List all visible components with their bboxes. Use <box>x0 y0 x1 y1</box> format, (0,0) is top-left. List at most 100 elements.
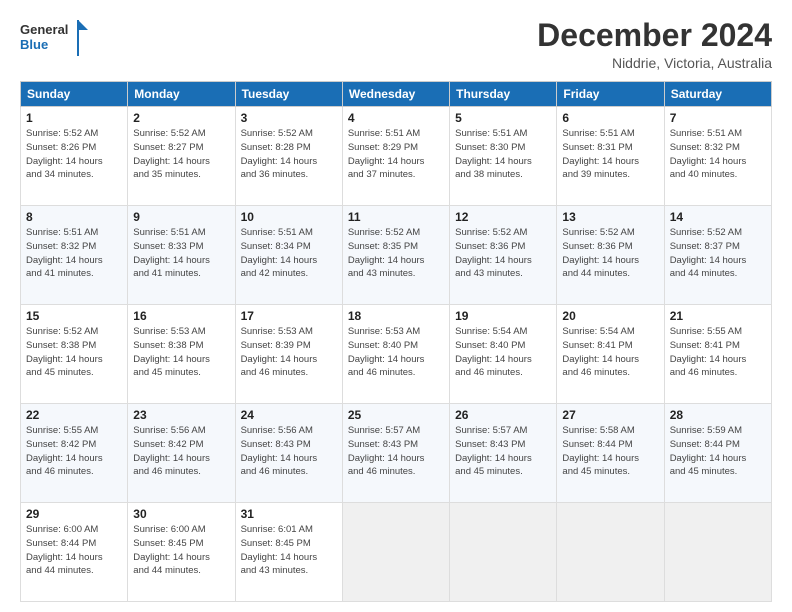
calendar-cell: 3 Sunrise: 5:52 AMSunset: 8:28 PMDaylight… <box>235 107 342 206</box>
calendar-cell: 31Sunrise: 6:01 AMSunset: 8:45 PMDayligh… <box>235 503 342 602</box>
day-info: Sunrise: 5:54 AMSunset: 8:41 PMDaylight:… <box>562 325 658 380</box>
calendar-cell <box>342 503 449 602</box>
header-monday: Monday <box>128 82 235 107</box>
day-number: 22 <box>26 408 122 422</box>
day-info: Sunrise: 5:52 AMSunset: 8:35 PMDaylight:… <box>348 226 444 281</box>
day-number: 16 <box>133 309 229 323</box>
day-info: Sunrise: 6:00 AMSunset: 8:44 PMDaylight:… <box>26 523 122 578</box>
day-info: Sunrise: 5:52 AMSunset: 8:27 PMDaylight:… <box>133 127 229 182</box>
day-number: 13 <box>562 210 658 224</box>
header-sunday: Sunday <box>21 82 128 107</box>
calendar-table: SundayMondayTuesdayWednesdayThursdayFrid… <box>20 81 772 602</box>
day-number: 17 <box>241 309 337 323</box>
calendar-cell: 30 Sunrise: 6:00 AMSunset: 8:45 PMDayligh… <box>128 503 235 602</box>
day-number: 12 <box>455 210 551 224</box>
day-number: 14 <box>670 210 766 224</box>
day-info: Sunrise: 5:52 AMSunset: 8:36 PMDaylight:… <box>562 226 658 281</box>
day-number: 1 <box>26 111 122 125</box>
day-number: 20 <box>562 309 658 323</box>
calendar-cell: 13 Sunrise: 5:52 AMSunset: 8:36 PMDayligh… <box>557 206 664 305</box>
day-info: Sunrise: 5:51 AMSunset: 8:33 PMDaylight:… <box>133 226 229 281</box>
day-number: 11 <box>348 210 444 224</box>
day-info: Sunrise: 6:00 AMSunset: 8:45 PMDaylight:… <box>133 523 229 578</box>
day-number: 10 <box>241 210 337 224</box>
header-thursday: Thursday <box>450 82 557 107</box>
day-info: Sunrise: 5:57 AMSunset: 8:43 PMDaylight:… <box>455 424 551 479</box>
day-number: 6 <box>562 111 658 125</box>
day-info: Sunrise: 5:51 AMSunset: 8:30 PMDaylight:… <box>455 127 551 182</box>
day-number: 3 <box>241 111 337 125</box>
calendar-cell: 21 Sunrise: 5:55 AMSunset: 8:41 PMDayligh… <box>664 305 771 404</box>
calendar-cell: 8 Sunrise: 5:51 AMSunset: 8:32 PMDaylight… <box>21 206 128 305</box>
day-info: Sunrise: 5:57 AMSunset: 8:43 PMDaylight:… <box>348 424 444 479</box>
header-tuesday: Tuesday <box>235 82 342 107</box>
title-block: December 2024 Niddrie, Victoria, Austral… <box>537 18 772 71</box>
calendar-cell <box>450 503 557 602</box>
day-info: Sunrise: 5:53 AMSunset: 8:38 PMDaylight:… <box>133 325 229 380</box>
calendar-cell: 19 Sunrise: 5:54 AMSunset: 8:40 PMDayligh… <box>450 305 557 404</box>
day-number: 19 <box>455 309 551 323</box>
calendar-cell: 15 Sunrise: 5:52 AMSunset: 8:38 PMDayligh… <box>21 305 128 404</box>
day-info: Sunrise: 5:53 AMSunset: 8:40 PMDaylight:… <box>348 325 444 380</box>
page-header: General Blue December 2024 Niddrie, Vict… <box>20 18 772 71</box>
day-number: 15 <box>26 309 122 323</box>
calendar-cell: 28 Sunrise: 5:59 AMSunset: 8:44 PMDayligh… <box>664 404 771 503</box>
calendar-cell: 2 Sunrise: 5:52 AMSunset: 8:27 PMDaylight… <box>128 107 235 206</box>
calendar-cell: 17 Sunrise: 5:53 AMSunset: 8:39 PMDayligh… <box>235 305 342 404</box>
calendar-cell: 7 Sunrise: 5:51 AMSunset: 8:32 PMDaylight… <box>664 107 771 206</box>
day-number: 24 <box>241 408 337 422</box>
calendar-cell: 11 Sunrise: 5:52 AMSunset: 8:35 PMDayligh… <box>342 206 449 305</box>
day-number: 29 <box>26 507 122 521</box>
day-number: 30 <box>133 507 229 521</box>
day-number: 8 <box>26 210 122 224</box>
calendar-cell: 20 Sunrise: 5:54 AMSunset: 8:41 PMDayligh… <box>557 305 664 404</box>
calendar-cell <box>664 503 771 602</box>
day-info: Sunrise: 5:51 AMSunset: 8:34 PMDaylight:… <box>241 226 337 281</box>
location: Niddrie, Victoria, Australia <box>537 55 772 71</box>
day-info: Sunrise: 5:55 AMSunset: 8:41 PMDaylight:… <box>670 325 766 380</box>
day-info: Sunrise: 5:54 AMSunset: 8:40 PMDaylight:… <box>455 325 551 380</box>
calendar-cell: 29 Sunrise: 6:00 AMSunset: 8:44 PMDayligh… <box>21 503 128 602</box>
day-number: 9 <box>133 210 229 224</box>
day-info: Sunrise: 5:51 AMSunset: 8:31 PMDaylight:… <box>562 127 658 182</box>
calendar-cell: 4Sunrise: 5:51 AMSunset: 8:29 PMDaylight… <box>342 107 449 206</box>
day-info: Sunrise: 5:51 AMSunset: 8:29 PMDaylight:… <box>348 127 444 182</box>
day-info: Sunrise: 5:52 AMSunset: 8:28 PMDaylight:… <box>241 127 337 182</box>
day-info: Sunrise: 5:52 AMSunset: 8:38 PMDaylight:… <box>26 325 122 380</box>
calendar-cell <box>557 503 664 602</box>
day-info: Sunrise: 5:52 AMSunset: 8:36 PMDaylight:… <box>455 226 551 281</box>
calendar-cell: 1 Sunrise: 5:52 AMSunset: 8:26 PMDaylight… <box>21 107 128 206</box>
day-info: Sunrise: 5:51 AMSunset: 8:32 PMDaylight:… <box>670 127 766 182</box>
day-number: 2 <box>133 111 229 125</box>
header-wednesday: Wednesday <box>342 82 449 107</box>
month-title: December 2024 <box>537 18 772 53</box>
day-number: 28 <box>670 408 766 422</box>
day-number: 7 <box>670 111 766 125</box>
header-friday: Friday <box>557 82 664 107</box>
day-info: Sunrise: 5:51 AMSunset: 8:32 PMDaylight:… <box>26 226 122 281</box>
day-info: Sunrise: 5:52 AMSunset: 8:26 PMDaylight:… <box>26 127 122 182</box>
day-info: Sunrise: 5:53 AMSunset: 8:39 PMDaylight:… <box>241 325 337 380</box>
day-number: 25 <box>348 408 444 422</box>
header-saturday: Saturday <box>664 82 771 107</box>
calendar-cell: 24 Sunrise: 5:56 AMSunset: 8:43 PMDayligh… <box>235 404 342 503</box>
logo: General Blue <box>20 18 90 58</box>
day-number: 23 <box>133 408 229 422</box>
day-info: Sunrise: 5:56 AMSunset: 8:43 PMDaylight:… <box>241 424 337 479</box>
day-number: 21 <box>670 309 766 323</box>
calendar-cell: 16 Sunrise: 5:53 AMSunset: 8:38 PMDayligh… <box>128 305 235 404</box>
day-info: Sunrise: 5:52 AMSunset: 8:37 PMDaylight:… <box>670 226 766 281</box>
svg-text:General: General <box>20 22 68 37</box>
calendar-cell: 12 Sunrise: 5:52 AMSunset: 8:36 PMDayligh… <box>450 206 557 305</box>
day-number: 26 <box>455 408 551 422</box>
day-info: Sunrise: 5:55 AMSunset: 8:42 PMDaylight:… <box>26 424 122 479</box>
calendar-cell: 27 Sunrise: 5:58 AMSunset: 8:44 PMDayligh… <box>557 404 664 503</box>
calendar-cell: 6 Sunrise: 5:51 AMSunset: 8:31 PMDaylight… <box>557 107 664 206</box>
day-info: Sunrise: 5:59 AMSunset: 8:44 PMDaylight:… <box>670 424 766 479</box>
day-number: 18 <box>348 309 444 323</box>
day-info: Sunrise: 5:58 AMSunset: 8:44 PMDaylight:… <box>562 424 658 479</box>
calendar-cell: 10 Sunrise: 5:51 AMSunset: 8:34 PMDayligh… <box>235 206 342 305</box>
calendar-cell: 22 Sunrise: 5:55 AMSunset: 8:42 PMDayligh… <box>21 404 128 503</box>
day-info: Sunrise: 5:56 AMSunset: 8:42 PMDaylight:… <box>133 424 229 479</box>
day-number: 27 <box>562 408 658 422</box>
